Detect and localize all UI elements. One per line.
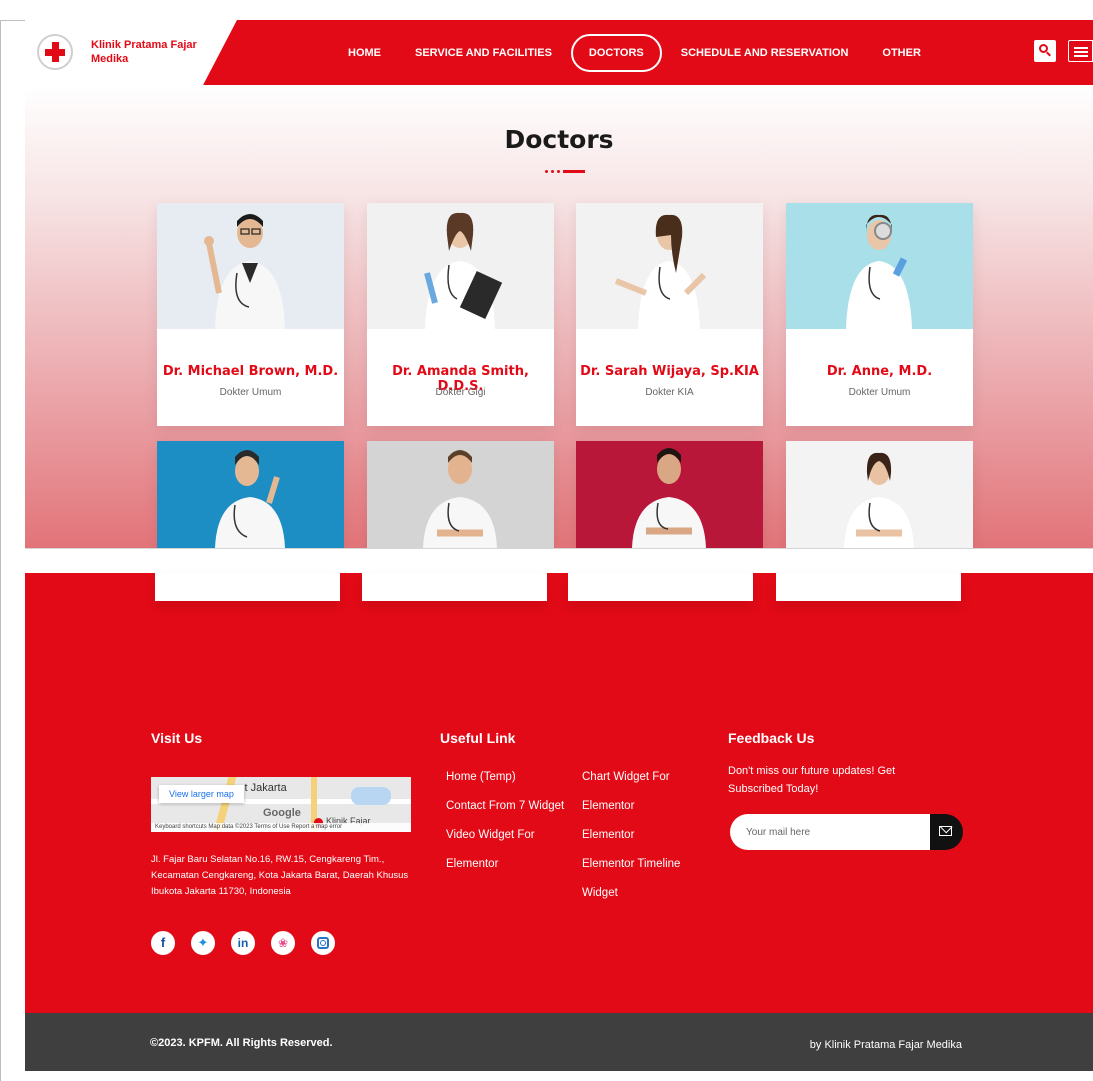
doctor-photo	[367, 203, 554, 329]
doctor-photo	[367, 441, 554, 548]
feedback-text: Don't miss our future updates! Get Subsc…	[728, 765, 896, 795]
doctor-card[interactable]: Dr. Amanda Smith, D.D.S. Dokter Gigi	[367, 203, 554, 426]
feedback-heading: Feedback Us	[728, 730, 815, 746]
social-links: f ✦ in ❀	[151, 931, 351, 955]
subscribe-button[interactable]	[930, 814, 963, 850]
nav-schedule-and-reservation[interactable]: SCHEDULE AND RESERVATION	[670, 47, 860, 59]
search-button[interactable]	[1034, 40, 1056, 62]
site-header: Klinik Pratama Fajar Medika HOME SERVICE…	[25, 20, 1093, 85]
link-chart-widget[interactable]: Chart Widget For	[582, 767, 680, 796]
useful-links-col1: Home (Temp) Contact From 7 Widget Video …	[446, 767, 564, 883]
doctor-photo	[576, 203, 763, 329]
useful-links-col2: Chart Widget For Elementor Elementor Ele…	[582, 767, 680, 912]
site-footer: Visit Us st Jakarta View larger map Goog…	[25, 573, 1093, 1013]
doctor-photo	[786, 441, 973, 548]
doctor-role: Dokter Gigi	[435, 387, 486, 398]
card-stub	[362, 573, 547, 601]
doctor-role: Dokter Umum	[848, 387, 911, 398]
doctor-card[interactable]	[157, 441, 344, 548]
doctor-card[interactable]	[576, 441, 763, 548]
brand-name: Klinik Pratama Fajar Medika	[91, 39, 197, 65]
doctor-role: Dokter KIA	[645, 387, 694, 398]
link-chart-widget-cont[interactable]: Elementor	[582, 796, 680, 825]
nav-service-and-facilities[interactable]: SERVICE AND FACILITIES	[404, 47, 563, 59]
section-title: Doctors	[504, 125, 614, 154]
mail-icon	[939, 826, 952, 836]
doctor-card[interactable]: Dr. Michael Brown, M.D. Dokter Umum	[157, 203, 344, 426]
brand-area[interactable]: Klinik Pratama Fajar Medika	[25, 20, 237, 85]
doctors-section: Doctors Dr. Michael Brown, M.D. Dokter U…	[25, 85, 1093, 548]
section-gap	[25, 548, 1093, 573]
copyright-text: ©2023. KPFM. All Rights Reserved.	[150, 1037, 333, 1049]
link-elementor-timeline-cont[interactable]: Widget	[582, 883, 680, 912]
link-contact-form-7[interactable]: Contact From 7 Widget	[446, 796, 564, 825]
useful-link-heading: Useful Link	[440, 730, 516, 746]
clinic-logo-icon	[37, 34, 73, 70]
link-video-widget[interactable]: Video Widget For	[446, 825, 564, 854]
linkedin-icon[interactable]: in	[231, 931, 255, 955]
doctor-role: Dokter Umum	[219, 387, 282, 398]
mail-input[interactable]	[730, 814, 940, 850]
doctor-card[interactable]	[786, 441, 973, 548]
doctor-name: Dr. Sarah Wijaya, Sp.KIA	[580, 364, 759, 379]
frame-left-line	[0, 20, 1, 1081]
card-stub	[155, 573, 340, 601]
nav-other[interactable]: OTHER	[871, 47, 932, 59]
byline-text: by Klinik Pratama Fajar Medika	[809, 1039, 962, 1051]
location-map[interactable]: st Jakarta View larger map Google Klinik…	[151, 777, 411, 832]
title-divider	[543, 170, 588, 173]
nav-home[interactable]: HOME	[337, 47, 392, 59]
view-larger-map-link[interactable]: View larger map	[159, 785, 244, 803]
doctor-photo	[576, 441, 763, 548]
doctor-photo	[786, 203, 973, 329]
visit-us-heading: Visit Us	[151, 730, 203, 746]
doctor-photo	[157, 441, 344, 548]
link-elementor[interactable]: Elementor	[582, 825, 680, 854]
google-logo: Google	[263, 807, 301, 819]
map-attribution[interactable]: Keyboard shortcuts Map data ©2023 Terms …	[151, 823, 411, 832]
main-nav: HOME SERVICE AND FACILITIES DOCTORS SCHE…	[337, 20, 932, 85]
card-stub	[776, 573, 961, 601]
nav-doctors[interactable]: DOCTORS	[570, 33, 662, 72]
facebook-icon[interactable]: f	[151, 931, 175, 955]
dribbble-icon[interactable]: ❀	[271, 931, 295, 955]
card-stub	[568, 573, 753, 601]
doctor-card[interactable]: Dr. Anne, M.D. Dokter Umum	[786, 203, 973, 426]
doctor-name: Dr. Anne, M.D.	[826, 364, 933, 379]
twitter-icon[interactable]: ✦	[191, 931, 215, 955]
instagram-icon[interactable]	[311, 931, 335, 955]
doctor-photo	[157, 203, 344, 329]
map-city-label: st Jakarta	[239, 782, 287, 794]
clinic-address: Jl. Fajar Baru Selatan No.16, RW.15, Cen…	[151, 854, 409, 897]
bottom-bar: ©2023. KPFM. All Rights Reserved. by Kli…	[25, 1013, 1093, 1071]
menu-button[interactable]	[1068, 40, 1093, 62]
doctor-card[interactable]: Dr. Sarah Wijaya, Sp.KIA Dokter KIA	[576, 203, 763, 426]
link-video-widget-cont[interactable]: Elementor	[446, 854, 564, 883]
link-home-temp[interactable]: Home (Temp)	[446, 767, 564, 796]
doctor-card[interactable]	[367, 441, 554, 548]
link-elementor-timeline[interactable]: Elementor Timeline	[582, 854, 680, 883]
doctor-name: Dr. Michael Brown, M.D.	[162, 364, 339, 379]
